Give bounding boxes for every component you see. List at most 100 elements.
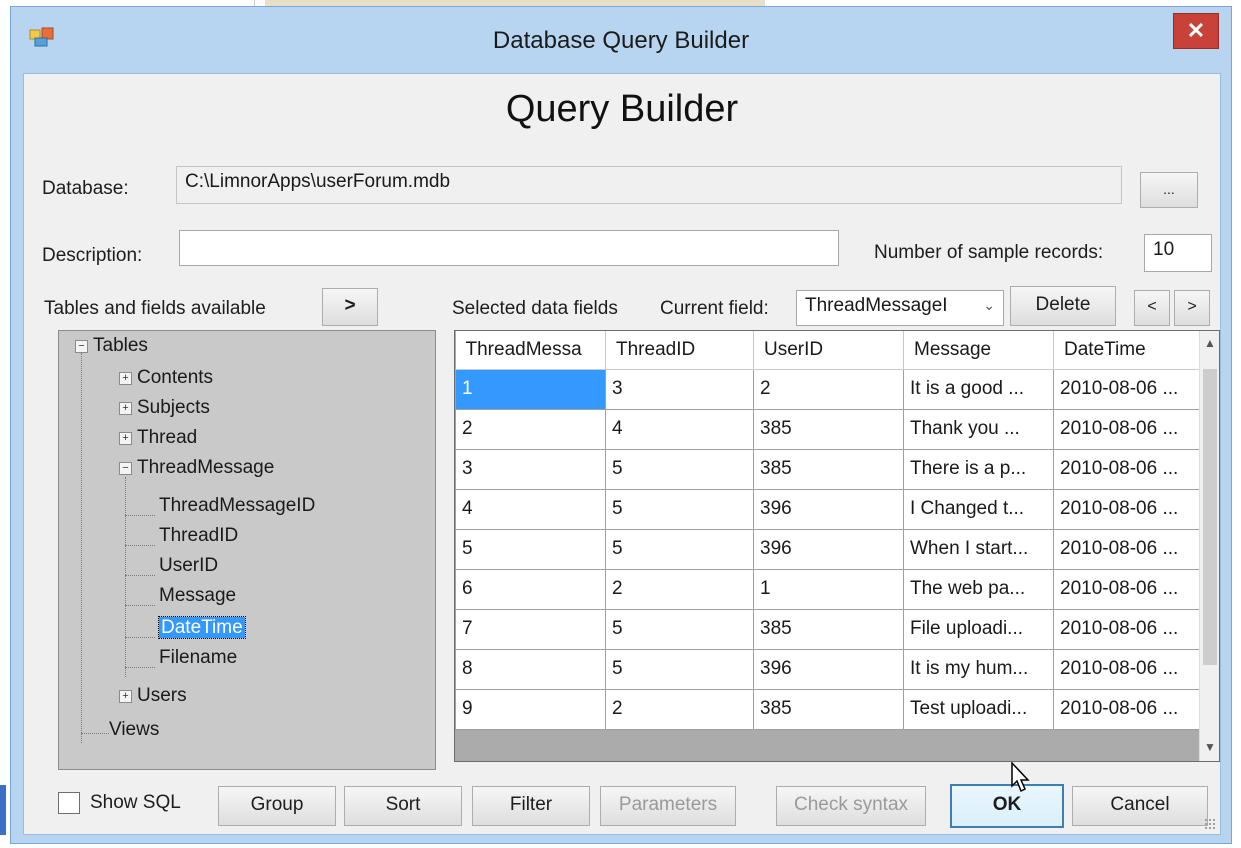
- tree-node-field-selected[interactable]: DateTime: [158, 616, 246, 645]
- table-row[interactable]: 5 5 396 When I start... 2010-08-06 ...: [455, 528, 1202, 570]
- group-button[interactable]: Group: [218, 786, 336, 826]
- table-cell[interactable]: 396: [753, 488, 904, 530]
- table-cell[interactable]: 2010-08-06 ...: [1053, 448, 1202, 490]
- table-cell[interactable]: 4: [605, 408, 754, 450]
- tree-node-table[interactable]: + Subjects: [119, 397, 210, 425]
- vertical-scrollbar[interactable]: ▲ ▼: [1199, 331, 1219, 761]
- table-row[interactable]: 7 5 385 File uploadi... 2010-08-06 ...: [455, 608, 1202, 650]
- table-cell[interactable]: 9: [455, 688, 606, 730]
- table-cell[interactable]: 2010-08-06 ...: [1053, 688, 1202, 730]
- collapse-icon[interactable]: −: [119, 461, 132, 475]
- scroll-up-icon[interactable]: ▲: [1200, 333, 1219, 353]
- ok-button[interactable]: OK: [950, 784, 1064, 828]
- table-cell[interactable]: 2010-08-06 ...: [1053, 608, 1202, 650]
- table-row[interactable]: 8 5 396 It is my hum... 2010-08-06 ...: [455, 648, 1202, 690]
- table-row[interactable]: 3 5 385 There is a p... 2010-08-06 ...: [455, 448, 1202, 490]
- tables-tree[interactable]: − Tables + Contents + Subjects + Thread − Thr…: [58, 330, 436, 770]
- tree-node-field[interactable]: Filename: [159, 647, 237, 675]
- filter-button[interactable]: Filter: [472, 786, 590, 826]
- table-row[interactable]: 4 5 396 I Changed t... 2010-08-06 ...: [455, 488, 1202, 530]
- table-cell[interactable]: 2010-08-06 ...: [1053, 488, 1202, 530]
- column-header[interactable]: UserID: [753, 331, 904, 370]
- expand-icon[interactable]: +: [119, 431, 132, 445]
- show-sql-checkbox[interactable]: [58, 792, 80, 814]
- tree-node-field[interactable]: Message: [159, 585, 236, 613]
- table-cell[interactable]: 5: [605, 448, 754, 490]
- column-header[interactable]: ThreadID: [605, 331, 754, 370]
- expand-icon[interactable]: +: [119, 689, 132, 703]
- table-cell[interactable]: 5: [605, 488, 754, 530]
- scroll-thumb[interactable]: [1203, 369, 1217, 665]
- sample-records-field[interactable]: 10: [1144, 234, 1212, 272]
- scroll-down-icon[interactable]: ▼: [1200, 737, 1219, 757]
- table-cell[interactable]: 396: [753, 528, 904, 570]
- expand-icon[interactable]: +: [119, 371, 132, 385]
- table-cell[interactable]: 3: [455, 448, 606, 490]
- table-cell[interactable]: 5: [605, 528, 754, 570]
- table-cell[interactable]: 6: [455, 568, 606, 610]
- table-cell[interactable]: When I start...: [903, 528, 1054, 570]
- table-cell[interactable]: 385: [753, 408, 904, 450]
- tree-node-table[interactable]: − ThreadMessage: [119, 457, 274, 485]
- tree-node-table[interactable]: + Thread: [119, 427, 197, 455]
- table-cell[interactable]: 396: [753, 648, 904, 690]
- table-cell[interactable]: 2010-08-06 ...: [1053, 528, 1202, 570]
- collapse-icon[interactable]: −: [75, 339, 88, 353]
- column-header[interactable]: DateTime: [1053, 331, 1202, 370]
- table-cell[interactable]: The web pa...: [903, 568, 1054, 610]
- table-row[interactable]: 1 3 2 It is a good ... 2010-08-06 ...: [455, 368, 1202, 410]
- tree-node-field[interactable]: ThreadID: [159, 525, 238, 553]
- table-cell[interactable]: Thank you ...: [903, 408, 1054, 450]
- title-bar[interactable]: Database Query Builder ✕: [11, 7, 1231, 73]
- close-icon[interactable]: ✕: [1173, 13, 1219, 49]
- table-cell[interactable]: 3: [605, 368, 754, 410]
- table-cell[interactable]: 5: [605, 648, 754, 690]
- tree-node-views[interactable]: Views: [109, 719, 159, 747]
- cancel-button[interactable]: Cancel: [1072, 786, 1208, 826]
- tree-node-table[interactable]: + Users: [119, 685, 187, 713]
- table-cell[interactable]: 2: [605, 688, 754, 730]
- delete-field-button[interactable]: Delete: [1010, 286, 1116, 326]
- table-cell[interactable]: 385: [753, 688, 904, 730]
- table-cell[interactable]: Test uploadi...: [903, 688, 1054, 730]
- current-field-select[interactable]: ThreadMessageI ⌄: [796, 290, 1004, 326]
- expand-icon[interactable]: +: [119, 401, 132, 415]
- table-cell[interactable]: 4: [455, 488, 606, 530]
- sample-data-grid[interactable]: ThreadMessa ThreadID UserID Message Date…: [454, 330, 1220, 762]
- table-cell[interactable]: 385: [753, 608, 904, 650]
- table-cell[interactable]: There is a p...: [903, 448, 1054, 490]
- table-cell[interactable]: 2010-08-06 ...: [1053, 368, 1202, 410]
- table-cell[interactable]: 5: [605, 608, 754, 650]
- previous-field-button[interactable]: <: [1134, 290, 1170, 326]
- table-row[interactable]: 6 2 1 The web pa... 2010-08-06 ...: [455, 568, 1202, 610]
- next-field-button[interactable]: >: [1174, 290, 1210, 326]
- browse-database-button[interactable]: ...: [1140, 172, 1198, 208]
- table-cell[interactable]: File uploadi...: [903, 608, 1054, 650]
- tree-node-field[interactable]: UserID: [159, 555, 218, 583]
- column-header[interactable]: ThreadMessa: [455, 331, 606, 370]
- table-cell[interactable]: 8: [455, 648, 606, 690]
- resize-grip-icon[interactable]: [1204, 818, 1216, 830]
- tree-node-table[interactable]: + Contents: [119, 367, 213, 395]
- table-cell[interactable]: It is a good ...: [903, 368, 1054, 410]
- table-cell[interactable]: I Changed t...: [903, 488, 1054, 530]
- description-field[interactable]: [179, 230, 839, 266]
- table-cell[interactable]: 2010-08-06 ...: [1053, 408, 1202, 450]
- table-row[interactable]: 9 2 385 Test uploadi... 2010-08-06 ...: [455, 688, 1202, 730]
- table-cell[interactable]: 7: [455, 608, 606, 650]
- table-cell[interactable]: It is my hum...: [903, 648, 1054, 690]
- parameters-button[interactable]: Parameters: [600, 786, 736, 826]
- table-cell[interactable]: 385: [753, 448, 904, 490]
- add-field-button[interactable]: >: [322, 288, 378, 326]
- table-cell[interactable]: 2: [455, 408, 606, 450]
- tree-node-tables[interactable]: − Tables: [75, 335, 148, 363]
- table-cell[interactable]: 2: [605, 568, 754, 610]
- column-header[interactable]: Message: [903, 331, 1054, 370]
- table-cell[interactable]: 1: [753, 568, 904, 610]
- table-cell[interactable]: 5: [455, 528, 606, 570]
- table-cell[interactable]: 2010-08-06 ...: [1053, 568, 1202, 610]
- database-path-field[interactable]: C:\LimnorApps\userForum.mdb: [176, 166, 1122, 204]
- sort-button[interactable]: Sort: [344, 786, 462, 826]
- table-cell[interactable]: 1: [455, 368, 606, 410]
- tree-node-field[interactable]: ThreadMessageID: [159, 495, 315, 523]
